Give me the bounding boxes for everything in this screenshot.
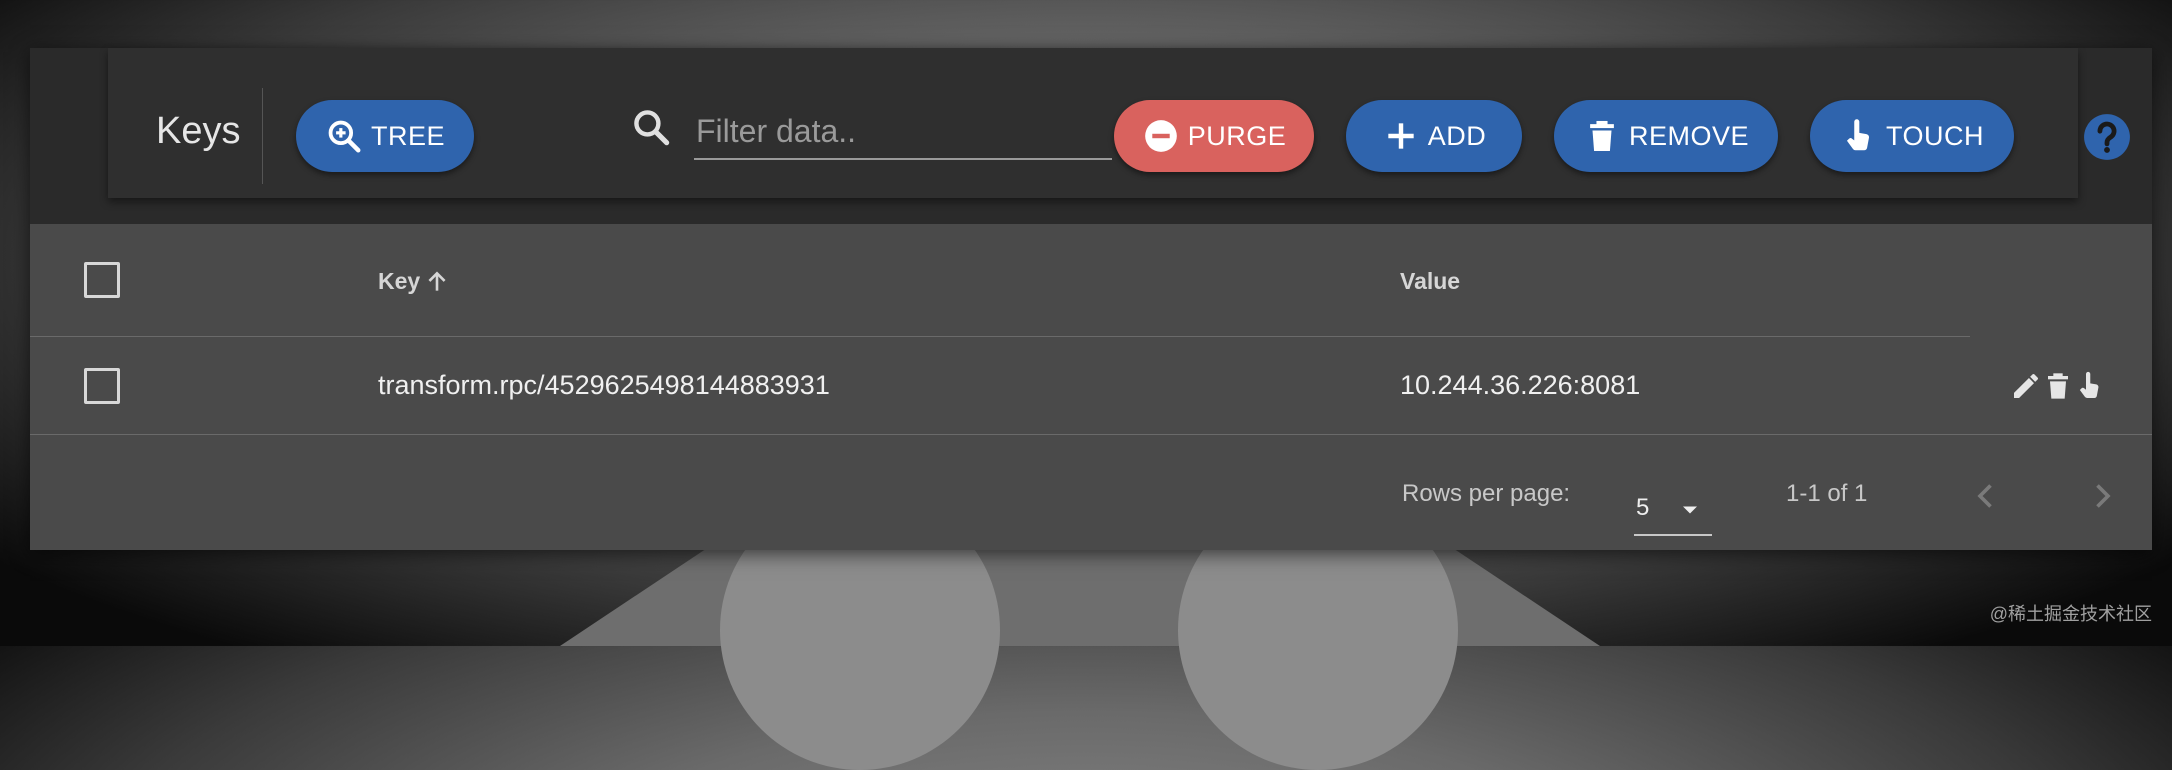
remove-button-label: REMOVE [1628,120,1750,151]
select-all-checkbox[interactable] [84,262,120,298]
zoom-in-icon [328,120,361,153]
watermark: @稀土掘金技术社区 [1989,604,2152,624]
search-input[interactable] [694,104,1112,160]
help-circle-icon[interactable] [2082,112,2132,162]
add-button[interactable]: ADD [1346,100,1522,172]
data-table: Key Value transform.rpc/4529625498144883… [30,224,2152,550]
chevron-right-icon[interactable] [2084,478,2120,514]
column-header-key-label: Key [378,268,421,294]
pagination-range: 1-1 of 1 [1786,480,1868,507]
search-icon [634,110,670,146]
row-checkbox[interactable] [84,368,120,404]
rows-per-page-label: Rows per page: [1402,480,1571,507]
chevron-left-icon[interactable] [1968,478,2004,514]
plus-icon [1388,123,1414,149]
divider [262,88,263,184]
pencil-icon[interactable] [2010,370,2042,402]
minus-circle-icon [1144,120,1177,152]
column-header-value[interactable]: Value [1400,268,1460,295]
toolbar: Keys TREE PURGE ADD REMOVE TOUCH [108,48,2130,198]
page-title: Keys [156,110,241,152]
row-key: transform.rpc/4529625498144883931 [378,370,830,400]
trash-icon [1590,120,1614,152]
touch-hand-icon [1846,119,1870,151]
row-value: 10.244.36.226:8081 [1400,370,1641,400]
remove-button[interactable]: REMOVE [1554,100,1778,172]
purge-button[interactable]: PURGE [1114,100,1314,172]
trash-icon[interactable] [2042,370,2074,402]
keys-panel: Keys TREE PURGE ADD REMOVE TOUCH Ke [30,48,2152,550]
rows-per-page-value: 5 [1636,494,1650,521]
purge-button-label: PURGE [1187,120,1287,151]
arrow-up-icon [428,270,446,291]
touch-button[interactable]: TOUCH [1810,100,2014,172]
chevron-down-icon [1683,506,1697,514]
row-divider [30,434,2152,435]
header-divider [30,336,1970,337]
rows-per-page-select[interactable]: 5 [1634,488,1712,536]
add-button-label: ADD [1427,120,1487,151]
touch-button-label: TOUCH [1885,120,1984,151]
tree-button-label: TREE [370,120,445,151]
column-header-key[interactable]: Key [378,268,450,295]
tree-button[interactable]: TREE [296,100,474,172]
touch-hand-icon[interactable] [2074,370,2106,402]
